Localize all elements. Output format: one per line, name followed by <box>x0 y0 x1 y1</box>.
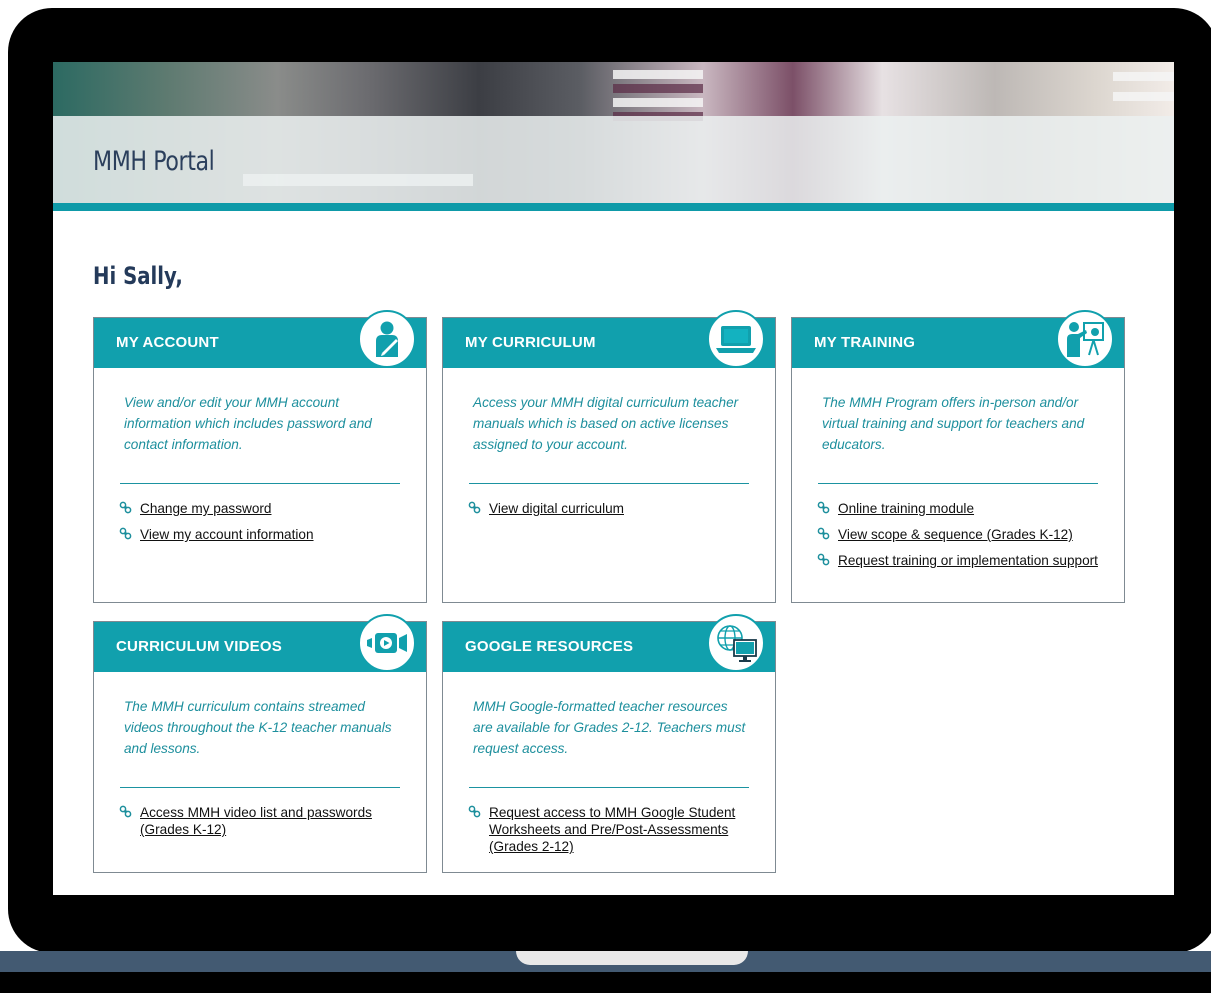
card-my-curriculum: MY CURRICULUM Access your MMH digital cu… <box>442 310 776 603</box>
divider <box>469 483 749 484</box>
laptop-icon <box>707 310 765 368</box>
list-item: View digital curriculum <box>468 500 749 517</box>
divider <box>818 483 1098 484</box>
hero-banner: MMH Portal <box>53 62 1174 203</box>
card-title: MY ACCOUNT <box>116 334 219 351</box>
card-description: The MMH curriculum contains streamed vid… <box>124 699 392 756</box>
google-resources-request-link[interactable]: Request access to MMH Google Student Wor… <box>489 805 735 854</box>
card-title: CURRICULUM VIDEOS <box>116 638 282 655</box>
header-divider <box>53 203 1174 211</box>
card-header: MY TRAINING <box>792 310 1124 368</box>
hero-title-panel <box>53 116 1174 203</box>
card-google-resources: GOOGLE RESOURCES MMH Google-formatted te… <box>442 614 776 873</box>
divider <box>120 787 400 788</box>
link-icon <box>119 805 132 818</box>
card-description: The MMH Program offers in-person and/or … <box>822 395 1085 452</box>
list-item: Request access to MMH Google Student Wor… <box>468 804 749 855</box>
card-header: GOOGLE RESOURCES <box>443 614 775 672</box>
greeting: Hi Sally, <box>93 262 183 290</box>
card-curriculum-videos: CURRICULUM VIDEOS The MMH curriculum con… <box>93 614 427 873</box>
list-item: Request training or implementation suppo… <box>817 552 1098 569</box>
card-my-account: MY ACCOUNT View and/or edit your MMH acc… <box>93 310 427 603</box>
request-training-link[interactable]: Request training or implementation suppo… <box>838 553 1098 568</box>
user-edit-icon <box>358 310 416 368</box>
card-description: Access your MMH digital curriculum teach… <box>473 395 739 452</box>
change-password-link[interactable]: Change my password <box>140 501 271 516</box>
card-my-training: MY TRAINING The MMH Program offers in-pe… <box>791 310 1125 603</box>
link-icon <box>817 553 830 566</box>
link-icon <box>817 501 830 514</box>
list-item: Online training module <box>817 500 1098 517</box>
laptop-base-shadow <box>0 972 1211 993</box>
divider <box>469 787 749 788</box>
online-training-link[interactable]: Online training module <box>838 501 974 516</box>
page-title: MMH Portal <box>93 146 215 177</box>
view-digital-curriculum-link[interactable]: View digital curriculum <box>489 501 624 516</box>
link-icon <box>468 805 481 818</box>
link-icon <box>119 527 132 540</box>
portal-screen: MMH Portal Hi Sally, MY ACCOUNT View and… <box>53 62 1174 895</box>
link-icon <box>817 527 830 540</box>
divider <box>120 483 400 484</box>
link-icon <box>468 501 481 514</box>
list-item: Change my password <box>119 500 400 517</box>
view-account-info-link[interactable]: View my account information <box>140 527 314 542</box>
list-item: View scope & sequence (Grades K-12) <box>817 526 1098 543</box>
card-title: GOOGLE RESOURCES <box>465 638 634 655</box>
list-item: Access MMH video list and passwords (Gra… <box>119 804 400 838</box>
list-item: View my account information <box>119 526 400 543</box>
video-camera-icon <box>358 614 416 672</box>
card-description: MMH Google-formatted teacher resources a… <box>473 699 746 756</box>
card-title: MY CURRICULUM <box>465 334 596 351</box>
card-header: MY ACCOUNT <box>94 310 426 368</box>
card-title: MY TRAINING <box>814 334 916 351</box>
card-description: View and/or edit your MMH account inform… <box>124 395 372 452</box>
link-icon <box>119 501 132 514</box>
scope-sequence-link[interactable]: View scope & sequence (Grades K-12) <box>838 527 1073 542</box>
presenter-icon <box>1056 310 1114 368</box>
card-header: CURRICULUM VIDEOS <box>94 614 426 672</box>
video-list-link[interactable]: Access MMH video list and passwords (Gra… <box>140 805 372 837</box>
laptop-notch <box>516 951 748 965</box>
globe-monitor-icon <box>707 614 765 672</box>
card-header: MY CURRICULUM <box>443 310 775 368</box>
